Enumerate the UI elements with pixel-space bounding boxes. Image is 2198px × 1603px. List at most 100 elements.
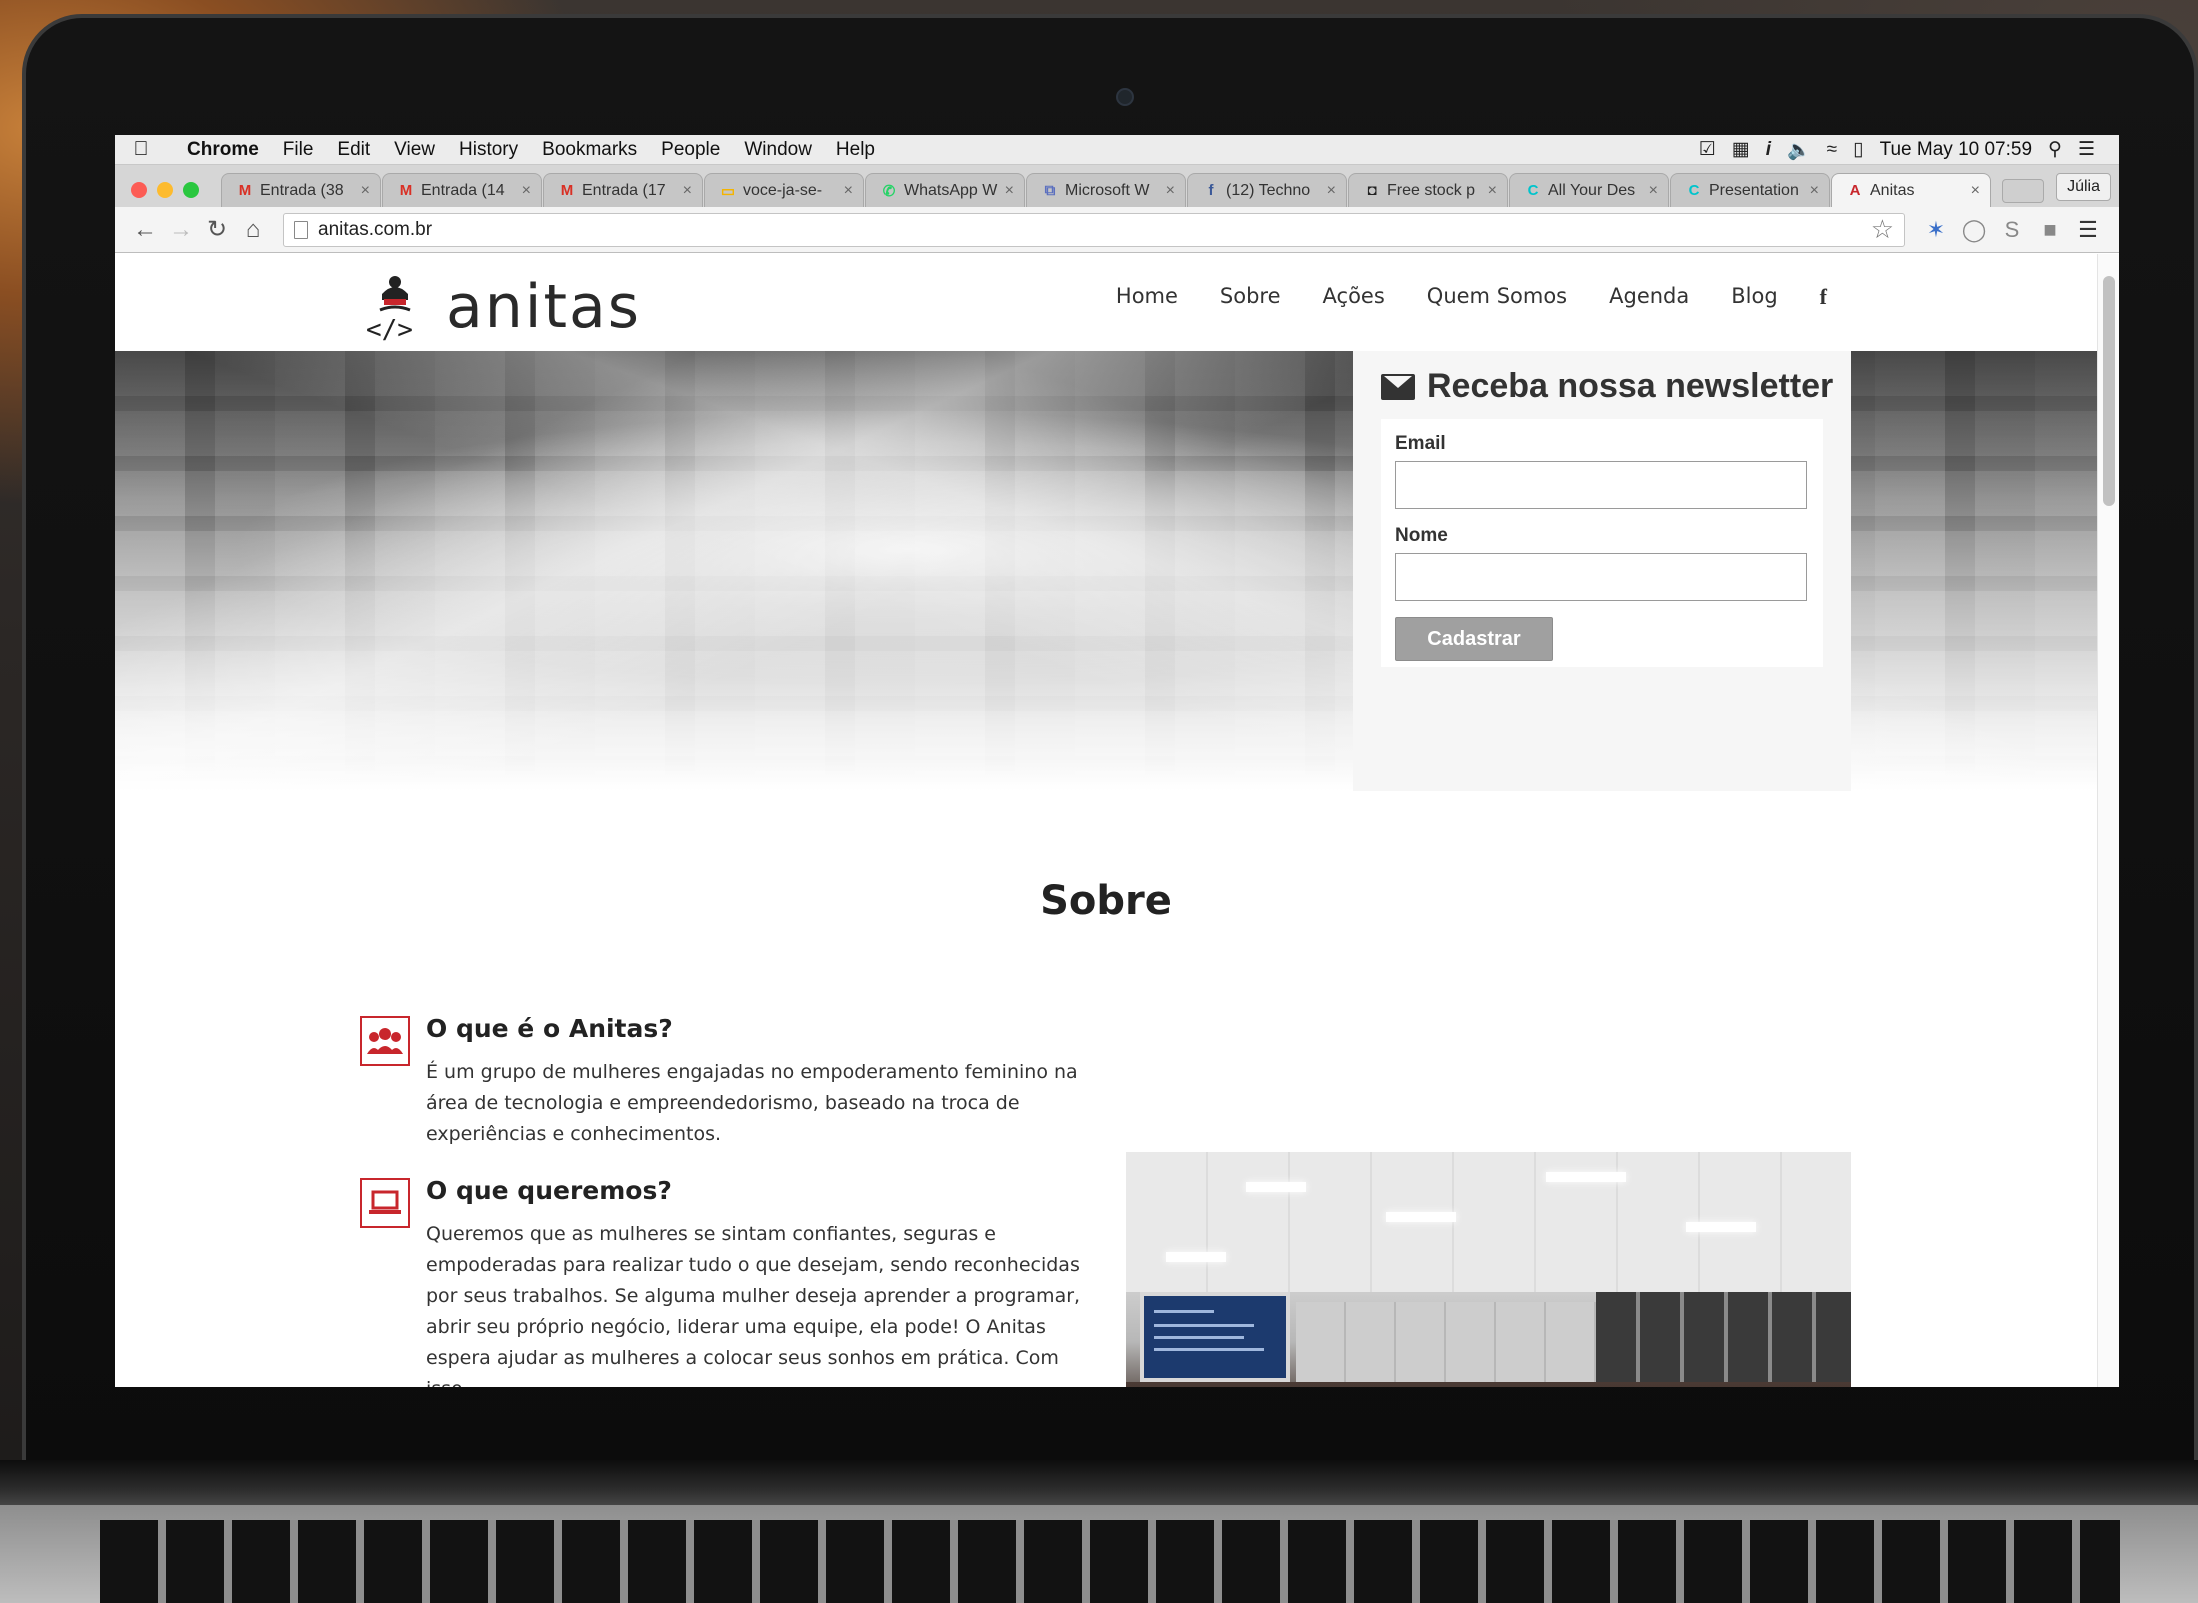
info-status-icon[interactable]: i	[1766, 139, 1771, 161]
extension-square-icon[interactable]: ■	[2031, 217, 2069, 243]
menu-bookmarks[interactable]: Bookmarks	[530, 139, 649, 161]
browser-toolbar: ← → ↻ ⌂ anitas.com.br ☆ ✶ ◯ S ■ ☰	[115, 207, 2119, 253]
browser-tab[interactable]: A Anitas ×	[1831, 173, 1991, 207]
close-tab-icon[interactable]: ×	[1488, 182, 1497, 200]
facebook-icon[interactable]: f	[1820, 284, 1827, 310]
photo-windows	[1596, 1292, 1851, 1387]
notification-center-icon[interactable]: ☰	[2078, 138, 2095, 161]
home-icon[interactable]: ⌂	[235, 216, 271, 244]
close-tab-icon[interactable]: ×	[844, 182, 853, 200]
mac-menubar:  Chrome File Edit View History Bookmark…	[115, 135, 2119, 165]
gmail-icon: M	[399, 182, 413, 199]
url-text[interactable]: anitas.com.br	[318, 219, 432, 241]
browser-tab[interactable]: M Entrada (38 ×	[221, 173, 381, 207]
menu-view[interactable]: View	[382, 139, 447, 161]
volume-icon[interactable]: 🔈	[1787, 138, 1811, 162]
microsoft-icon: ⧉	[1044, 182, 1056, 199]
email-field[interactable]	[1395, 461, 1807, 509]
close-tab-icon[interactable]: ×	[1327, 182, 1336, 200]
section-title-sobre: Sobre	[1040, 878, 1172, 924]
menu-help[interactable]: Help	[824, 139, 887, 161]
tab-title: voce-ja-se-	[743, 181, 823, 199]
nav-agenda[interactable]: Agenda	[1609, 284, 1689, 310]
tab-title: Entrada (38	[260, 181, 344, 199]
projector-screen	[1140, 1292, 1290, 1382]
group-icon	[360, 1016, 410, 1066]
nav-sobre[interactable]: Sobre	[1220, 284, 1281, 310]
menu-file[interactable]: File	[271, 139, 326, 161]
back-arrow-icon[interactable]: ←	[127, 216, 163, 244]
close-tab-icon[interactable]: ×	[1971, 182, 1980, 200]
browser-tab[interactable]: ◘ Free stock p ×	[1348, 173, 1508, 207]
name-field[interactable]	[1395, 553, 1807, 601]
nav-quem-somos[interactable]: Quem Somos	[1427, 284, 1567, 310]
laptop-screen:  Chrome File Edit View History Bookmark…	[115, 135, 2119, 1387]
feature-title: O que queremos?	[426, 1176, 672, 1205]
photo-ceiling-light	[1246, 1182, 1306, 1192]
chrome-menu-icon[interactable]: ☰	[2069, 217, 2107, 243]
site-logo[interactable]: </> anitas	[360, 272, 641, 342]
bookmark-star-icon[interactable]: ☆	[1871, 214, 1894, 245]
address-bar[interactable]: anitas.com.br ☆	[283, 212, 1905, 247]
menu-people[interactable]: People	[649, 139, 732, 161]
webcam	[1116, 88, 1134, 106]
close-tab-icon[interactable]: ×	[1810, 182, 1819, 200]
wifi-icon[interactable]: ≈	[1827, 139, 1837, 161]
browser-tabstrip: M Entrada (38 × M Entrada (14 × M Entrada (17 × ▭…	[115, 165, 2119, 207]
close-tab-icon[interactable]: ×	[1166, 182, 1175, 200]
browser-tab[interactable]: ✆ WhatsApp W ×	[865, 173, 1025, 207]
tab-title: (12) Techno	[1226, 181, 1311, 199]
newsletter-title: Receba nossa newsletter	[1427, 367, 1834, 405]
nav-blog[interactable]: Blog	[1731, 284, 1777, 310]
nav-acoes[interactable]: Ações	[1323, 284, 1385, 310]
keyboard-keys	[100, 1520, 2120, 1603]
reload-icon[interactable]: ↻	[199, 215, 235, 244]
close-tab-icon[interactable]: ×	[1005, 182, 1014, 200]
extension-skype-icon[interactable]: S	[1993, 217, 2031, 243]
close-tab-icon[interactable]: ×	[361, 182, 370, 200]
browser-tab[interactable]: M Entrada (17 ×	[543, 173, 703, 207]
browser-tab[interactable]: M Entrada (14 ×	[382, 173, 542, 207]
close-tab-icon[interactable]: ×	[522, 182, 531, 200]
menu-history[interactable]: History	[447, 139, 530, 161]
browser-tab[interactable]: ▭ voce-ja-se- ×	[704, 173, 864, 207]
cadastrar-button[interactable]: Cadastrar	[1395, 617, 1553, 661]
tab-title: All Your Des	[1548, 181, 1636, 199]
battery-icon[interactable]: ▯	[1853, 138, 1863, 161]
menu-window[interactable]: Window	[732, 139, 824, 161]
zoom-window-button[interactable]	[183, 182, 199, 198]
canva-icon: C	[1688, 182, 1700, 199]
browser-tab[interactable]: f (12) Techno ×	[1187, 173, 1347, 207]
apple-icon[interactable]: 	[115, 138, 167, 161]
photo-ceiling-light	[1386, 1212, 1456, 1222]
photo-ceiling-light	[1166, 1252, 1226, 1262]
scrollbar-thumb[interactable]	[2103, 276, 2115, 506]
menu-app[interactable]: Chrome	[167, 139, 271, 161]
browser-tab[interactable]: ⧉ Microsoft W ×	[1026, 173, 1186, 207]
close-tab-icon[interactable]: ×	[1649, 182, 1658, 200]
menubar-status-area: ☑ ▦ i 🔈 ≈ ▯ Tue May 10 07:59 ⚲ ☰	[1699, 138, 2119, 162]
tab-title: Free stock p	[1387, 181, 1476, 199]
spotlight-search-icon[interactable]: ⚲	[2048, 138, 2062, 161]
page-scrollbar[interactable]	[2097, 254, 2119, 1387]
skype-status-icon[interactable]: ▦	[1732, 138, 1750, 161]
extension-circle-icon[interactable]: ◯	[1955, 217, 1993, 243]
profile-button[interactable]: Júlia	[2056, 173, 2111, 201]
browser-tab[interactable]: C Presentation ×	[1670, 173, 1830, 207]
newsletter-panel: Receba nossa newsletter Email Nome Cadas…	[1353, 351, 1851, 791]
site-header: </> anitas Home Sobre Ações Quem Somos A…	[115, 254, 2097, 351]
browser-tab[interactable]: C All Your Des ×	[1509, 173, 1669, 207]
checkmark-status-icon[interactable]: ☑	[1699, 138, 1716, 161]
facebook-icon: f	[1208, 182, 1214, 199]
menu-edit[interactable]: Edit	[325, 139, 382, 161]
menubar-clock[interactable]: Tue May 10 07:59	[1880, 139, 2032, 161]
minimize-window-button[interactable]	[157, 182, 173, 198]
email-label: Email	[1395, 433, 1446, 454]
close-tab-icon[interactable]: ×	[683, 182, 692, 200]
new-tab-button[interactable]	[2002, 179, 2044, 203]
tab-title: WhatsApp W	[904, 181, 998, 199]
nav-home[interactable]: Home	[1116, 284, 1178, 310]
extension-network-icon[interactable]: ✶	[1917, 217, 1955, 243]
forward-arrow-icon[interactable]: →	[163, 216, 199, 244]
close-window-button[interactable]	[131, 182, 147, 198]
